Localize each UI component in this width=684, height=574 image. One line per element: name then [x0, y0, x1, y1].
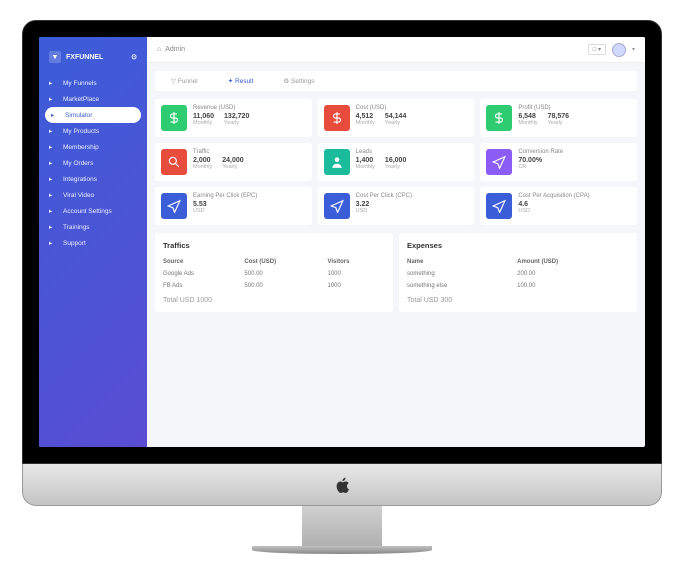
table-row: something else100.00 — [407, 280, 629, 292]
tabs: ▽ Funnel ✦ Result ⚙ Settings — [155, 71, 637, 91]
table-row: Google Ads500.001000 — [163, 268, 385, 280]
nav-item-trainings[interactable]: ▸Trainings — [39, 219, 147, 235]
metric-card: Conversion Rate70.00%CR — [480, 143, 637, 181]
nav-item-membership[interactable]: ▸Membership — [39, 139, 147, 155]
nav-icon: ▸ — [49, 191, 57, 199]
page-title: Admin — [165, 46, 185, 53]
logo-icon: ▼ — [49, 51, 61, 63]
expenses-panel: Expenses NameAmount (USD) something200.0… — [399, 233, 637, 312]
apple-logo-icon — [333, 476, 351, 494]
metric-cards: Revenue (USD)11,060Monthly132,720YearlyC… — [155, 99, 637, 225]
nav-item-viral-video[interactable]: ▸Viral Video — [39, 187, 147, 203]
send-icon — [486, 193, 512, 219]
metric-card: Cost Per Click (CPC)3.22USD — [318, 187, 475, 225]
dollar-icon — [161, 105, 187, 131]
nav-icon: ▸ — [49, 239, 57, 247]
metric-card: Cost Per Acquisition (CPA)4.6USD — [480, 187, 637, 225]
brand-name: FXFUNNEL — [66, 54, 103, 61]
nav: ▸My Funnels▸MarketPlace▸Simulator▸My Pro… — [39, 75, 147, 251]
chevron-down-icon[interactable]: ▾ — [632, 46, 635, 53]
nav-item-my-products[interactable]: ▸My Products — [39, 123, 147, 139]
metric-card: Traffic2,000Monthly24,000Yearly — [155, 143, 312, 181]
topbar: ⌂ Admin □ ▾ ▾ — [147, 37, 645, 63]
nav-item-support[interactable]: ▸Support — [39, 235, 147, 251]
avatar[interactable] — [612, 43, 626, 57]
nav-item-integrations[interactable]: ▸Integrations — [39, 171, 147, 187]
nav-icon: ▸ — [49, 95, 57, 103]
nav-item-my-funnels[interactable]: ▸My Funnels — [39, 75, 147, 91]
traffics-title: Traffics — [163, 241, 385, 250]
nav-icon: ▸ — [49, 127, 57, 135]
expenses-total: Total USD 300 — [407, 297, 629, 304]
nav-icon: ▸ — [49, 143, 57, 151]
nav-icon: ▸ — [49, 207, 57, 215]
metric-card: Leads1,400Monthly16,000Yearly — [318, 143, 475, 181]
metric-card: Profit (USD)6,548Monthly78,576Yearly — [480, 99, 637, 137]
metric-card: Cost (USD)4,512Monthly54,144Yearly — [318, 99, 475, 137]
action-dropdown[interactable]: □ ▾ — [588, 44, 606, 55]
nav-item-account-settings[interactable]: ▸Account Settings — [39, 203, 147, 219]
nav-item-simulator[interactable]: ▸Simulator — [45, 107, 141, 123]
traffics-total: Total USD 1000 — [163, 297, 385, 304]
nav-icon: ▸ — [49, 175, 57, 183]
expenses-title: Expenses — [407, 241, 629, 250]
nav-icon: ▸ — [49, 223, 57, 231]
dollar-icon — [324, 105, 350, 131]
traffics-panel: Traffics SourceCost (USD)Visitors Google… — [155, 233, 393, 312]
nav-item-marketplace[interactable]: ▸MarketPlace — [39, 91, 147, 107]
metric-card: Earning Per Click (EPC)5.53USD — [155, 187, 312, 225]
tab-settings[interactable]: ⚙ Settings — [283, 77, 314, 85]
logo: ▼ FXFUNNEL ⊙ — [39, 45, 147, 69]
home-icon: ⌂ — [157, 46, 161, 53]
sidebar: ▼ FXFUNNEL ⊙ ▸My Funnels▸MarketPlace▸Sim… — [39, 37, 147, 447]
metric-card: Revenue (USD)11,060Monthly132,720Yearly — [155, 99, 312, 137]
expenses-table: NameAmount (USD) something200.00somethin… — [407, 256, 629, 292]
dollar-icon — [486, 105, 512, 131]
nav-item-my-orders[interactable]: ▸My Orders — [39, 155, 147, 171]
send-icon — [486, 149, 512, 175]
traffics-table: SourceCost (USD)Visitors Google Ads500.0… — [163, 256, 385, 292]
send-icon — [324, 193, 350, 219]
send-icon — [161, 193, 187, 219]
user-icon — [324, 149, 350, 175]
nav-icon: ▸ — [51, 111, 59, 119]
search-icon — [161, 149, 187, 175]
table-row: FB Ads500.001000 — [163, 280, 385, 292]
nav-icon: ▸ — [49, 79, 57, 87]
tab-funnel[interactable]: ▽ Funnel — [171, 77, 198, 85]
table-row: something200.00 — [407, 268, 629, 280]
tab-result[interactable]: ✦ Result — [228, 77, 254, 85]
nav-icon: ▸ — [49, 159, 57, 167]
